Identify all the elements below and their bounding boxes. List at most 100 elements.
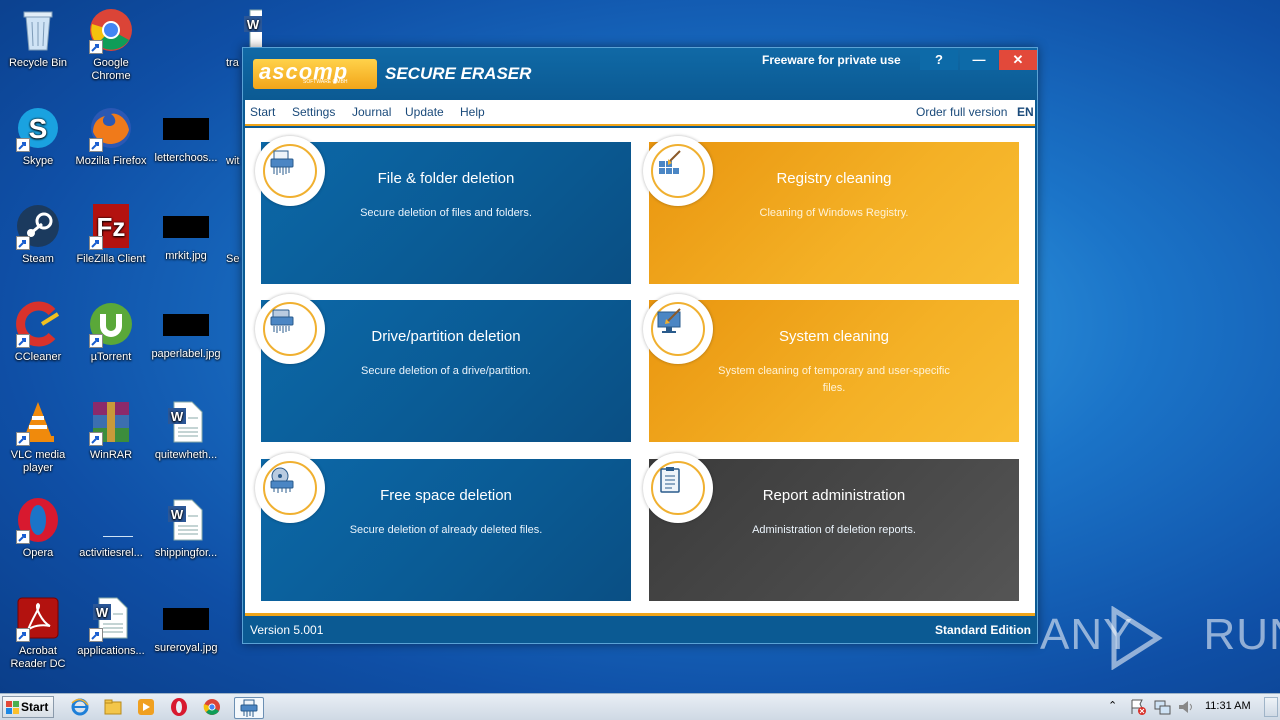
desktop-icon-firefox[interactable]: Mozilla Firefox [73, 104, 149, 168]
image-file-icon [163, 314, 209, 336]
desktop-icon-utorrent[interactable]: µTorrent [73, 300, 149, 364]
desktop-icon-label: Se [226, 253, 240, 265]
desktop-icon-label: applications... [77, 645, 145, 657]
menu-start[interactable]: Start [250, 105, 275, 119]
tile-title: Drive/partition deletion [371, 328, 521, 345]
taskbar-media-player[interactable] [136, 697, 158, 719]
status-bar: Version 5.001 Standard Edition [245, 619, 1035, 641]
filezilla-icon: Fz [87, 202, 135, 250]
desktop-icon-vlc[interactable]: VLC media player [0, 398, 76, 475]
desktop-icon-winrar[interactable]: WinRAR [73, 398, 149, 462]
desktop-icon-label: Recycle Bin [8, 57, 68, 69]
tile-description: Secure deletion of already deleted files… [349, 524, 543, 536]
desktop-icon-recycle-bin[interactable]: Recycle Bin [0, 6, 76, 70]
tile-system-cleaning[interactable]: System cleaning System cleaning of tempo… [643, 294, 1019, 442]
logo-subtext: SOFTWARE GMBH [303, 79, 348, 85]
desktop-icon-acrobat[interactable]: Acrobat Reader DC [0, 594, 76, 671]
desktop-icon-opera[interactable]: Opera [0, 496, 76, 560]
desktop-icon-label: VLC media player [10, 449, 66, 474]
tile-file-folder-deletion[interactable]: File & folder deletion Secure deletion o… [255, 136, 631, 284]
ascomp-logo: ascomp SOFTWARE GMBH [253, 59, 377, 89]
desktop-icon-label: letterchoos... [154, 152, 218, 164]
steam-icon [14, 202, 62, 250]
shortcut-arrow-icon [89, 40, 103, 54]
desktop-icon-activitiesrel[interactable]: activitiesrel... [73, 496, 149, 560]
opera-icon [14, 496, 62, 544]
windows-flag-icon [6, 701, 19, 714]
tray-network-icon[interactable] [1152, 697, 1174, 719]
desktop-icon-label: Skype [22, 155, 54, 167]
explorer-icon [104, 699, 122, 715]
desktop-icon-ccleaner[interactable]: CCleaner [0, 300, 76, 364]
shortcut-arrow-icon [16, 432, 30, 446]
chrome-icon [203, 699, 220, 715]
taskbar-secure-eraser[interactable] [234, 697, 264, 719]
svg-text:W: W [171, 409, 184, 424]
desktop-icon-se[interactable]: Se [226, 202, 242, 266]
shortcut-arrow-icon [89, 432, 103, 446]
desktop-icon-label: sureroyal.jpg [154, 642, 218, 654]
tile-title: Report administration [762, 487, 906, 504]
menu-journal[interactable]: Journal [352, 105, 391, 119]
close-button[interactable]: ✕ [999, 50, 1037, 70]
desktop-icon-wit[interactable]: wit [226, 104, 242, 168]
tile-title: Free space deletion [380, 487, 512, 504]
desktop-icon-sureroyal[interactable]: sureroyal.jpg [148, 594, 224, 655]
desktop-icon-paperlabel[interactable]: paperlabel.jpg [148, 300, 224, 361]
tray-expand-icon[interactable]: ⌃ [1108, 699, 1122, 720]
main-tiles: File & folder deletion Secure deletion o… [245, 128, 1035, 616]
tray-action-center-icon[interactable] [1128, 697, 1150, 719]
desktop-icon-steam[interactable]: Steam [0, 202, 76, 266]
menu-settings[interactable]: Settings [292, 105, 335, 119]
taskbar-ie[interactable] [70, 697, 92, 719]
desktop-icon-filezilla[interactable]: Fz FileZilla Client [73, 202, 149, 266]
title-bar[interactable]: ascomp SOFTWARE GMBH SECURE ERASER Freew… [243, 48, 1037, 100]
shortcut-arrow-icon [16, 530, 30, 544]
skype-icon: S [14, 104, 62, 152]
help-button[interactable]: ? [920, 50, 958, 70]
menu-help[interactable]: Help [460, 105, 485, 119]
desktop-icon-skype[interactable]: S Skype [0, 104, 76, 168]
desktop-icon-label: activitiesrel... [79, 547, 143, 559]
desktop-icon-label: µTorrent [90, 351, 132, 363]
shortcut-arrow-icon [89, 334, 103, 348]
menu-update[interactable]: Update [405, 105, 444, 119]
desktop-icon-chrome[interactable]: Google Chrome [73, 6, 149, 83]
language-selector[interactable]: EN [1017, 105, 1034, 119]
desktop-icon-shippingfor[interactable]: W shippingfor... [148, 496, 224, 560]
desktop-icon-quitewheth[interactable]: W quitewheth... [148, 398, 224, 462]
desktop-icon-label: mrkit.jpg [165, 250, 207, 262]
tile-drive-partition-deletion[interactable]: Drive/partition deletion Secure deletion… [255, 294, 631, 442]
shortcut-arrow-icon [89, 628, 103, 642]
winrar-icon [87, 398, 135, 446]
desktop-icon-label: Steam [22, 253, 54, 265]
svg-text:W: W [96, 605, 109, 620]
desktop-icon-label: WinRAR [89, 449, 133, 461]
secure-eraser-icon [240, 699, 258, 717]
desktop-icon-letterchoos[interactable]: letterchoos... [148, 104, 224, 165]
shortcut-arrow-icon [16, 334, 30, 348]
start-button[interactable]: Start [2, 696, 54, 718]
tile-free-space-deletion[interactable]: Free space deletion Secure deletion of a… [255, 453, 631, 601]
order-full-version-link[interactable]: Order full version [916, 105, 1007, 119]
tile-report-administration[interactable]: Report administration Administration of … [643, 453, 1019, 601]
taskbar-chrome[interactable] [202, 697, 224, 719]
desktop-icon-mrkit[interactable]: mrkit.jpg [148, 202, 224, 263]
tray-volume-icon[interactable] [1176, 697, 1198, 719]
svg-text:W: W [247, 17, 260, 32]
svg-text:W: W [171, 507, 184, 522]
tile-title: System cleaning [778, 328, 890, 345]
desktop-icon-applications[interactable]: W applications... [73, 594, 149, 658]
edition-label: Standard Edition [935, 623, 1031, 637]
tile-registry-cleaning[interactable]: Registry cleaning Cleaning of Windows Re… [643, 136, 1019, 284]
taskbar-clock[interactable]: 11:31 AM [1205, 700, 1251, 712]
minimize-button[interactable]: — [960, 50, 998, 70]
shortcut-arrow-icon [16, 236, 30, 250]
desktop-icon-label: Google Chrome [91, 57, 131, 82]
shortcut-arrow-icon [16, 138, 30, 152]
opera-icon [171, 698, 187, 716]
taskbar-opera[interactable] [169, 697, 191, 719]
word-doc-icon [226, 104, 242, 155]
show-desktop-button[interactable] [1264, 697, 1278, 717]
taskbar-explorer[interactable] [103, 697, 125, 719]
